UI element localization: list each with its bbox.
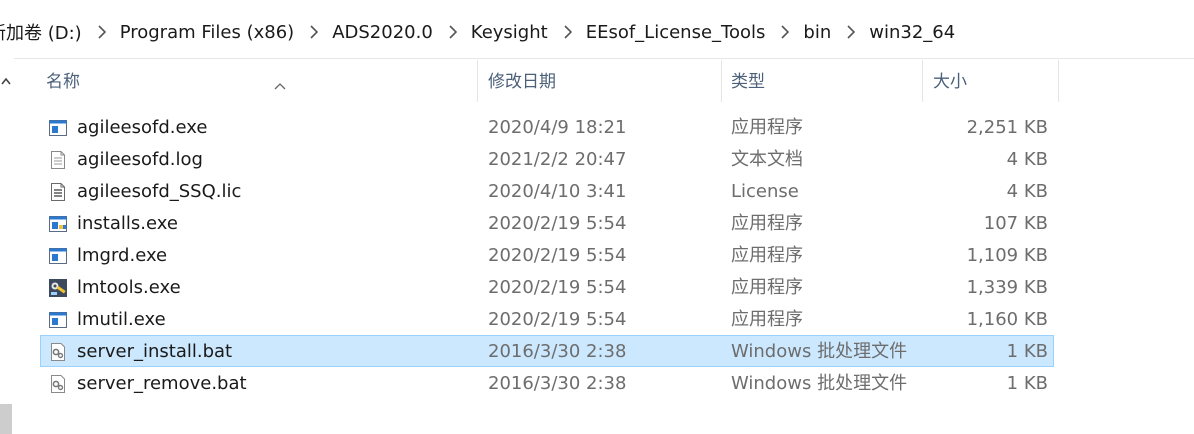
breadcrumb-item-ads[interactable]: ADS2020.0 [330, 22, 435, 43]
column-header-name[interactable]: 名称 [38, 58, 478, 102]
file-type: 应用程序 [731, 117, 803, 138]
exe-icon [48, 310, 68, 330]
chevron-right-icon[interactable] [435, 25, 469, 39]
file-name[interactable]: lmutil.exe [77, 304, 166, 334]
exe-icon [48, 118, 68, 138]
tools-exe-icon [48, 278, 68, 298]
file-name[interactable]: agileesofd.exe [77, 112, 207, 142]
license-file-icon [48, 182, 68, 202]
column-divider[interactable] [477, 60, 478, 102]
file-row[interactable]: installs.exe 2020/2/19 5:54 应用程序 107 KB [40, 207, 1054, 239]
breadcrumb-item-drive[interactable]: 新加卷 (D:) [0, 19, 84, 45]
file-row[interactable]: server_remove.bat 2016/3/30 2:38 Windows 批… [40, 367, 1054, 399]
file-name[interactable]: lmtools.exe [77, 272, 181, 302]
file-size: 2,251 KB [966, 117, 1048, 138]
file-modified-date: 2016/3/30 2:38 [488, 373, 627, 394]
file-type: 应用程序 [731, 245, 803, 266]
file-row[interactable]: agileesofd.exe 2020/4/9 18:21 应用程序 2,251 KB [40, 111, 1054, 143]
breadcrumb-item-win32-64[interactable]: win32_64 [867, 22, 957, 43]
file-modified-date: 2020/4/9 18:21 [488, 117, 627, 138]
file-size: 1 KB [1006, 373, 1048, 394]
file-size: 4 KB [1006, 149, 1048, 170]
file-row[interactable]: lmtools.exe 2020/2/19 5:54 应用程序 1,339 KB [40, 271, 1054, 303]
file-row[interactable]: agileesofd_SSQ.lic 2020/4/10 3:41 License 4… [40, 175, 1054, 207]
breadcrumb-item-bin[interactable]: bin [801, 22, 833, 43]
chevron-right-icon[interactable] [84, 25, 118, 39]
file-modified-date: 2020/2/19 5:54 [488, 245, 627, 266]
file-type: 应用程序 [731, 213, 803, 234]
file-name[interactable]: agileesofd_SSQ.lic [77, 176, 241, 206]
file-row[interactable]: lmutil.exe 2020/2/19 5:54 应用程序 1,160 KB [40, 303, 1054, 335]
file-modified-date: 2020/2/19 5:54 [488, 213, 627, 234]
navigation-scrollbar-thumb[interactable] [0, 404, 12, 434]
chevron-right-icon[interactable] [296, 25, 330, 39]
column-header-type-label: 类型 [731, 72, 765, 92]
column-header-size-label: 大小 [933, 72, 967, 92]
file-row[interactable]: agileesofd.log 2021/2/2 20:47 文本文档 4 KB [40, 143, 1054, 175]
file-type: License [731, 181, 799, 202]
file-name[interactable]: server_install.bat [77, 336, 232, 366]
file-name[interactable]: server_remove.bat [77, 368, 247, 398]
file-type: Windows 批处理文件 [731, 341, 908, 362]
file-modified-date: 2021/2/2 20:47 [488, 149, 627, 170]
text-file-icon [48, 150, 68, 170]
chevron-right-icon[interactable] [833, 25, 867, 39]
file-type: 文本文档 [731, 149, 803, 170]
file-name[interactable]: installs.exe [77, 208, 178, 238]
file-modified-date: 2020/4/10 3:41 [488, 181, 627, 202]
exe-icon [48, 246, 68, 266]
file-modified-date: 2016/3/30 2:38 [488, 341, 627, 362]
column-divider[interactable] [721, 60, 722, 102]
file-size: 107 KB [983, 213, 1048, 234]
file-name[interactable]: lmgrd.exe [77, 240, 167, 270]
column-header-size[interactable]: 大小 [925, 58, 1059, 102]
file-modified-date: 2020/2/19 5:54 [488, 309, 627, 330]
batch-file-icon [48, 374, 68, 394]
file-size: 1,339 KB [966, 277, 1048, 298]
breadcrumb-item-license-tools[interactable]: EEsof_License_Tools [584, 22, 768, 43]
breadcrumb-item-keysight[interactable]: Keysight [469, 22, 550, 43]
file-name[interactable]: agileesofd.log [77, 144, 203, 174]
column-divider[interactable] [922, 60, 923, 102]
file-size: 1,109 KB [966, 245, 1048, 266]
file-size: 1,160 KB [966, 309, 1048, 330]
column-header-date-label: 修改日期 [488, 72, 556, 92]
file-type: 应用程序 [731, 277, 803, 298]
file-row[interactable]: lmgrd.exe 2020/2/19 5:54 应用程序 1,109 KB [40, 239, 1054, 271]
file-type: Windows 批处理文件 [731, 373, 908, 394]
breadcrumb: 新加卷 (D:) Program Files (x86) ADS2020.0 K… [0, 18, 957, 46]
file-row[interactable]: server_install.bat 2016/3/30 2:38 Windows … [40, 335, 1054, 367]
file-modified-date: 2020/2/19 5:54 [488, 277, 627, 298]
breadcrumb-item-program-files[interactable]: Program Files (x86) [118, 22, 297, 43]
chevron-right-icon[interactable] [550, 25, 584, 39]
scroll-up-arrow-icon[interactable] [1, 70, 11, 89]
sort-ascending-icon [274, 61, 286, 109]
column-header-type[interactable]: 类型 [723, 58, 923, 102]
address-bar[interactable]: 新加卷 (D:) Program Files (x86) ADS2020.0 K… [0, 0, 1194, 59]
column-header-row: 名称 修改日期 类型 大小 [14, 58, 1194, 106]
file-size: 1 KB [1006, 341, 1048, 362]
chevron-right-icon[interactable] [767, 25, 801, 39]
navigation-pane-edge [0, 58, 14, 434]
batch-file-icon [48, 342, 68, 362]
file-size: 4 KB [1006, 181, 1048, 202]
column-header-date[interactable]: 修改日期 [480, 58, 722, 102]
installer-exe-icon [48, 214, 68, 234]
column-header-name-label: 名称 [46, 72, 80, 92]
column-divider[interactable] [1058, 60, 1059, 102]
file-type: 应用程序 [731, 309, 803, 330]
